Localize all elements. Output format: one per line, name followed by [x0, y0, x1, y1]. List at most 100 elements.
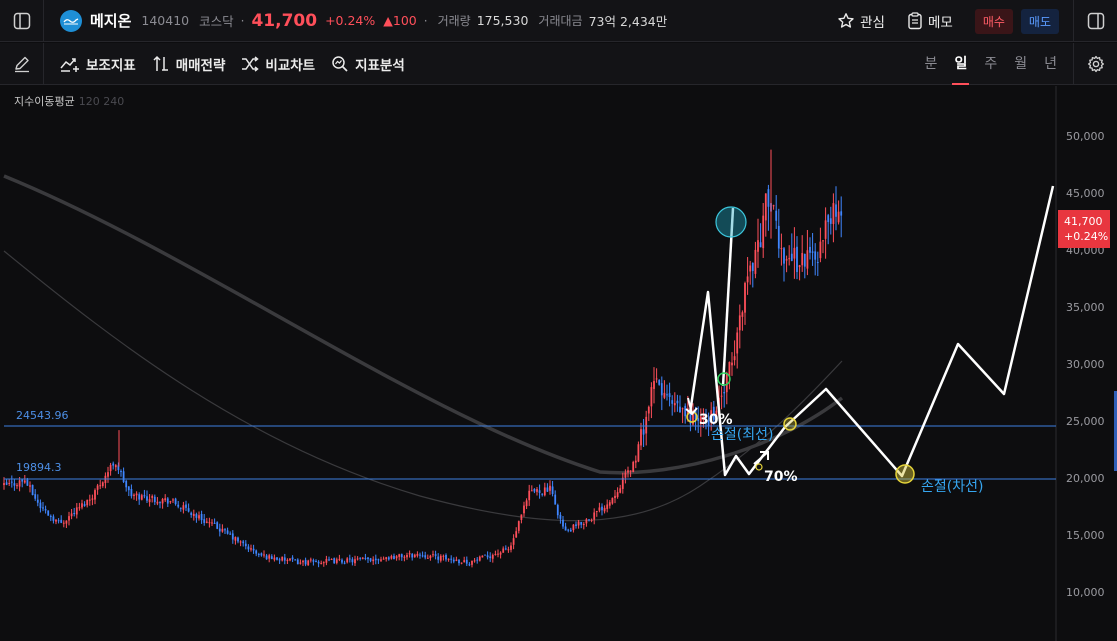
- candle-body: [325, 558, 328, 563]
- separator-dot: ·: [240, 13, 245, 28]
- candle-body: [140, 495, 143, 500]
- candle-body: [556, 505, 559, 516]
- candle-body: [460, 562, 463, 564]
- candle-body: [148, 499, 151, 503]
- candle-body: [666, 394, 668, 396]
- candle-body: [377, 559, 380, 561]
- candle-body: [114, 465, 117, 468]
- candle-body: [130, 488, 133, 497]
- candle-body: [559, 514, 562, 519]
- candle-body: [5, 482, 8, 485]
- candle-body: [179, 507, 182, 509]
- candle-body: [73, 513, 76, 515]
- tab-day[interactable]: 일: [952, 43, 970, 85]
- candle-body: [411, 553, 414, 558]
- candle-body: [723, 391, 726, 394]
- candle-body: [426, 557, 429, 559]
- candle-body: [203, 519, 206, 523]
- candle-body: [86, 499, 89, 506]
- candle-body: [296, 559, 299, 565]
- draw-tool-button[interactable]: [0, 42, 44, 85]
- tab-minute[interactable]: 분: [925, 43, 938, 85]
- candle-body: [338, 558, 341, 560]
- y-tick-label: 10,000: [1066, 586, 1105, 599]
- candle-body: [374, 558, 377, 561]
- candle-body: [294, 559, 297, 561]
- candle-body: [247, 546, 250, 550]
- strategy-button[interactable]: 매매전략: [152, 54, 225, 74]
- candle-body: [465, 559, 468, 564]
- candle-body: [598, 507, 601, 511]
- buy-button[interactable]: 매수: [974, 8, 1013, 34]
- candle-body: [21, 479, 24, 482]
- candle-body: [252, 548, 255, 551]
- price-tag-change: +0.24%: [1064, 230, 1109, 243]
- candle-body: [18, 480, 21, 487]
- candle-body: [473, 560, 476, 562]
- candle-body: [764, 193, 767, 221]
- chart-settings-button[interactable]: [1073, 43, 1117, 85]
- chart-toolbar: 보조지표 매매전략 비교차트 지표분석 분 일 주 월 년: [0, 42, 1117, 85]
- candle-body: [166, 498, 169, 504]
- tab-week[interactable]: 주: [984, 43, 997, 85]
- analysis-button[interactable]: 지표분석: [331, 54, 405, 74]
- candle-body: [205, 521, 208, 523]
- candle-body: [112, 463, 115, 466]
- candle-body: [463, 560, 466, 563]
- peak-marker-circle[interactable]: [715, 206, 747, 238]
- sidebar-toggle-button[interactable]: [0, 0, 44, 42]
- candle-body: [517, 521, 520, 531]
- compare-button[interactable]: 비교차트: [241, 54, 315, 74]
- current-price-tag: 41,700 +0.24%: [1058, 210, 1110, 248]
- candle-body: [270, 556, 273, 559]
- candle-body: [772, 205, 775, 207]
- candle-body: [31, 484, 34, 496]
- candle-body: [224, 529, 226, 531]
- stock-code: 140410: [141, 13, 190, 28]
- memo-button[interactable]: 메모: [907, 11, 953, 31]
- candle-body: [809, 246, 811, 253]
- candle-body: [307, 560, 310, 566]
- watch-button[interactable]: 관심: [837, 11, 885, 31]
- candle-body: [442, 555, 445, 557]
- candle-body: [822, 240, 824, 242]
- price-chart[interactable]: 50,000 45,000 40,000 35,000 30,000 25,000 20,0…: [0, 86, 1117, 641]
- candle-body: [42, 507, 44, 509]
- candle-body: [829, 218, 832, 224]
- indicators-button[interactable]: 보조지표: [60, 54, 136, 74]
- candle-body: [348, 558, 351, 560]
- candle-body: [122, 471, 125, 482]
- candle-body: [26, 479, 29, 486]
- candle-body: [10, 481, 13, 483]
- candle-body: [185, 504, 187, 508]
- candle-body: [681, 408, 684, 410]
- watch-label: 관심: [860, 15, 885, 31]
- separator-dot: ·: [423, 13, 428, 28]
- candle-body: [153, 496, 156, 503]
- dip-marker-circle[interactable]: [755, 463, 763, 471]
- amount-label: 거래대금: [538, 14, 583, 28]
- candle-body: [68, 516, 70, 521]
- candle-body: [741, 312, 744, 317]
- right-panel-toggle-button[interactable]: [1073, 0, 1117, 42]
- candle-body: [96, 485, 99, 490]
- stop-next-marker[interactable]: [895, 464, 915, 484]
- tab-year[interactable]: 년: [1044, 43, 1057, 85]
- candle-body: [515, 531, 518, 538]
- candle-body: [237, 537, 239, 542]
- candle-body: [491, 554, 494, 559]
- candle-body: [341, 559, 343, 563]
- candle-body: [497, 553, 499, 555]
- tab-month[interactable]: 월: [1014, 43, 1027, 85]
- candle-body: [278, 559, 281, 561]
- shuffle-icon: [242, 55, 260, 72]
- candle-body: [94, 490, 96, 500]
- candlestick-chart[interactable]: 50,00045,00040,00035,00030,00025,00020,0…: [0, 86, 1117, 641]
- candle-body: [328, 559, 330, 561]
- candle-body: [632, 462, 635, 473]
- candle-body: [289, 558, 291, 561]
- ma-indicator-label[interactable]: 지수이동평균 120 240: [14, 93, 124, 109]
- sell-button[interactable]: 매도: [1020, 8, 1059, 34]
- stop-recent-marker[interactable]: [783, 417, 797, 431]
- candle-body: [429, 555, 432, 558]
